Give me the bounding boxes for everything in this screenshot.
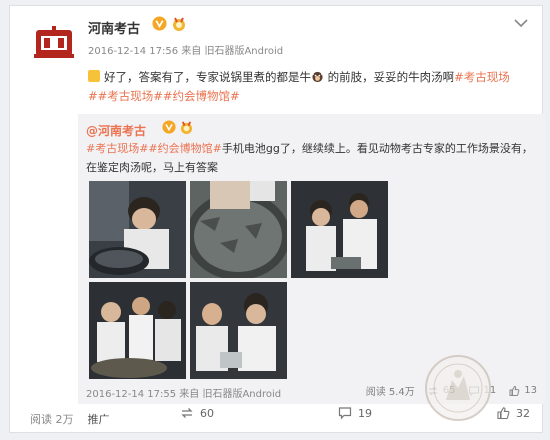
medal-icon	[173, 17, 185, 31]
weibo-post-card: 河南考古 2016-12-14 17:56 来自 旧石器版Android 好了，…	[9, 5, 545, 433]
repost-like-count: 13	[524, 385, 537, 396]
comment-icon	[338, 407, 352, 420]
photo-thumbnail[interactable]	[190, 181, 287, 278]
like-icon	[497, 407, 510, 420]
cow-emoji-icon	[311, 71, 324, 83]
medal-icon	[180, 121, 193, 135]
post-text-lead: 好了，答案有了，专家说锅里煮的都是牛	[104, 70, 311, 84]
post-username[interactable]: 河南考古	[88, 18, 140, 37]
like-icon	[509, 385, 520, 396]
photo-thumbnail[interactable]	[89, 282, 186, 379]
repost-hashtags[interactable]: #考古现场##约会博物馆#	[86, 142, 222, 155]
photo-thumbnail[interactable]	[190, 282, 287, 379]
repost-like-button[interactable]: 13	[508, 385, 537, 397]
repost-icon	[181, 408, 193, 418]
repost-count: 60	[200, 406, 214, 420]
verified-icon	[162, 120, 176, 134]
verified-icon	[152, 16, 167, 31]
post-text-mid: 的前肢，妥妥的牛肉汤啊	[327, 70, 455, 84]
like-count: 32	[516, 406, 530, 420]
avatar[interactable]	[30, 18, 78, 66]
repost-button[interactable]: 60	[180, 406, 214, 420]
post-meta: 2016-12-14 17:56 来自 旧石器版Android	[88, 46, 284, 57]
ok-emoji-icon	[88, 70, 100, 82]
like-button[interactable]: 32	[496, 406, 530, 420]
repost-meta: 2016-12-14 17:55 来自 旧石器版Android	[86, 389, 282, 400]
repost-username[interactable]: @河南考古	[86, 122, 146, 139]
repost-text: #考古现场##约会博物馆#手机电池gg了，继续续上。看见动物考古专家的工作场景没…	[86, 139, 540, 177]
promote-button[interactable]: 推广	[88, 413, 110, 426]
avatar-logo-icon	[30, 18, 78, 66]
comment-count: 19	[358, 406, 372, 420]
photo-thumbnail[interactable]	[291, 181, 388, 278]
chevron-down-icon[interactable]	[514, 18, 528, 28]
watermark-seal-icon	[425, 355, 491, 421]
comment-button[interactable]: 19	[338, 406, 372, 420]
post-footer-left: 阅读 2万 推广	[30, 411, 110, 427]
photo-thumbnail[interactable]	[89, 181, 186, 278]
post-read-count: 阅读 2万	[30, 413, 74, 426]
repost-views: 阅读 5.4万	[365, 387, 415, 398]
post-text: 好了，答案有了，专家说锅里煮的都是牛 的前肢，妥妥的牛肉汤啊#考古现场##考古现…	[88, 68, 528, 106]
